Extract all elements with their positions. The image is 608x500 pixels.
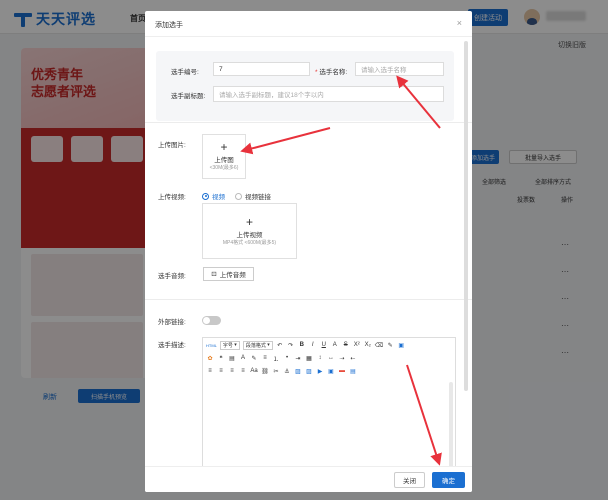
brush-icon[interactable]: ✎ xyxy=(386,341,394,350)
link-icon[interactable]: ⛓ xyxy=(261,367,269,376)
text-case-icon[interactable]: Aa xyxy=(250,367,258,376)
divider xyxy=(145,299,472,300)
redo-icon[interactable]: ↷ xyxy=(287,341,295,350)
close-icon[interactable]: × xyxy=(457,18,462,28)
code-icon[interactable]: ▤ xyxy=(228,354,236,363)
video-radio-label: 视频 xyxy=(212,194,225,201)
image-upload-hint: <30M(最多6) xyxy=(209,165,239,171)
align-icon[interactable]: ≡ xyxy=(261,354,269,363)
audio-label: 选手音频: xyxy=(158,273,186,280)
external-link-toggle[interactable] xyxy=(202,316,221,325)
video-link-radio-label: 视频链接 xyxy=(245,194,271,201)
editor-scrollbar[interactable] xyxy=(449,382,453,468)
radio-dot xyxy=(235,192,242,200)
divider xyxy=(145,122,472,123)
rtl-icon[interactable]: ⇠ xyxy=(349,354,357,363)
image-icon[interactable]: ▨ xyxy=(294,367,302,376)
table-icon[interactable]: ▦ xyxy=(305,354,313,363)
bold-icon[interactable]: B xyxy=(298,341,306,350)
paragraph-select[interactable]: 段落格式 ▾ xyxy=(242,340,273,350)
subscript-icon[interactable]: X₂ xyxy=(364,341,372,350)
name-input[interactable]: 请输入选手名称 xyxy=(355,62,444,76)
align-right-icon[interactable]: ≡ xyxy=(228,367,236,376)
html-icon[interactable]: HTML xyxy=(206,341,217,350)
ltr-icon[interactable]: ⇢ xyxy=(338,354,346,363)
modal-footer: 关闭 确定 xyxy=(145,466,472,492)
required-mark: * xyxy=(315,69,318,76)
modal-scrollbar[interactable] xyxy=(464,41,468,391)
video-link-radio[interactable]: 视频链接 xyxy=(235,191,271,201)
letter-spacing-icon[interactable]: ↔ xyxy=(327,354,335,363)
video-upload-hint: MP4格式 <600M(最多5) xyxy=(222,239,277,246)
superscript-icon[interactable]: X² xyxy=(353,341,361,350)
image-label: 上传图片: xyxy=(158,142,186,149)
radio-dot xyxy=(202,192,209,200)
subtitle-input[interactable]: 请输入选手副标题，建议18个字以内 xyxy=(213,86,444,102)
font-color-icon[interactable]: A xyxy=(331,341,339,350)
plus-icon: + xyxy=(220,140,228,154)
paragraph-select-value: 段落格式 xyxy=(245,342,266,349)
video-icon[interactable]: ▶ xyxy=(316,367,324,376)
editor-toolbar-row-3: ≡ ≡ ≡ ≡ Aa ⛓ ✂ ⚓ ▨ ▨ ▶ ▣ ▬ ▤ xyxy=(203,365,455,377)
strikethrough-icon[interactable]: S xyxy=(342,341,350,350)
basic-info-fieldset: 选手编号: 7 * 选手名称: 请输入选手名称 选手副标题: 请输入选手副标题，… xyxy=(156,51,454,121)
font-icon[interactable]: A xyxy=(239,354,247,363)
confirm-button[interactable]: 确定 xyxy=(432,472,465,488)
image-upload-title: 上传图 xyxy=(214,157,234,164)
editor-toolbar-row-1: HTML 字号 ▾ 段落格式 ▾ ↶ ↷ B I U A S X² X₂ ⌫ ✎… xyxy=(203,339,455,351)
attachment-icon[interactable]: ▣ xyxy=(327,367,335,376)
add-contestant-modal: 添加选手 × 选手编号: 7 * 选手名称: 请输入选手名称 选手副标题: 请输… xyxy=(145,11,472,492)
map-icon[interactable]: ▬ xyxy=(338,367,346,376)
align-left-icon[interactable]: ≡ xyxy=(206,367,214,376)
name-label: * 选手名称: xyxy=(315,66,347,76)
unordered-list-icon[interactable]: • xyxy=(283,354,291,363)
description-label: 选手描述: xyxy=(158,342,186,349)
quote-icon[interactable]: ❝ xyxy=(217,354,225,363)
close-button[interactable]: 关闭 xyxy=(394,472,425,488)
fullscreen-icon[interactable]: ▣ xyxy=(397,341,405,350)
line-height-icon[interactable]: ↕ xyxy=(316,354,324,363)
video-upload[interactable]: + 上传视频 MP4格式 <600M(最多5) xyxy=(202,203,297,259)
subtitle-label: 选手副标题: xyxy=(171,93,206,100)
align-center-icon[interactable]: ≡ xyxy=(217,367,225,376)
upload-audio-button[interactable]: ⊡ 上传音频 xyxy=(203,267,254,281)
font-size-select-value: 字号 xyxy=(222,342,233,349)
emoji-icon[interactable]: ✿ xyxy=(206,354,214,363)
align-justify-icon[interactable]: ≡ xyxy=(239,367,247,376)
underline-icon[interactable]: U xyxy=(320,341,328,350)
video-label: 上传视频: xyxy=(158,194,186,201)
modal-header: 添加选手 × xyxy=(145,11,472,37)
external-link-label: 外部链接: xyxy=(158,319,186,326)
name-label-text: 选手名称: xyxy=(319,69,348,76)
highlight-icon[interactable]: ✎ xyxy=(250,354,258,363)
page-break-icon[interactable]: ▤ xyxy=(349,367,357,376)
number-input[interactable]: 7 xyxy=(213,62,310,76)
video-upload-title: 上传视频 xyxy=(236,231,263,239)
plus-icon: + xyxy=(245,214,253,229)
number-label: 选手编号: xyxy=(171,69,199,76)
rich-text-editor[interactable]: HTML 字号 ▾ 段落格式 ▾ ↶ ↷ B I U A S X² X₂ ⌫ ✎… xyxy=(202,337,456,472)
eraser-icon[interactable]: ⌫ xyxy=(375,341,383,350)
video-radio[interactable]: 视频 xyxy=(202,191,225,201)
image-upload[interactable]: + 上传图 <30M(最多6) xyxy=(202,134,246,179)
ordered-list-icon[interactable]: ⒈ xyxy=(272,354,280,363)
font-size-select[interactable]: 字号 ▾ xyxy=(219,340,240,350)
multi-image-icon[interactable]: ▨ xyxy=(305,367,313,376)
undo-icon[interactable]: ↶ xyxy=(276,341,284,350)
indent-icon[interactable]: ⇥ xyxy=(294,354,302,363)
modal-title: 添加选手 xyxy=(155,22,183,29)
upload-audio-label: 上传音频 xyxy=(219,272,246,279)
anchor-icon[interactable]: ⚓ xyxy=(283,367,291,376)
italic-icon[interactable]: I xyxy=(309,341,317,350)
editor-toolbar-row-2: ✿ ❝ ▤ A ✎ ≡ ⒈ • ⇥ ▦ ↕ ↔ ⇢ ⇠ xyxy=(203,352,455,364)
upload-icon: ⊡ xyxy=(211,271,217,278)
unlink-icon[interactable]: ✂ xyxy=(272,367,280,376)
